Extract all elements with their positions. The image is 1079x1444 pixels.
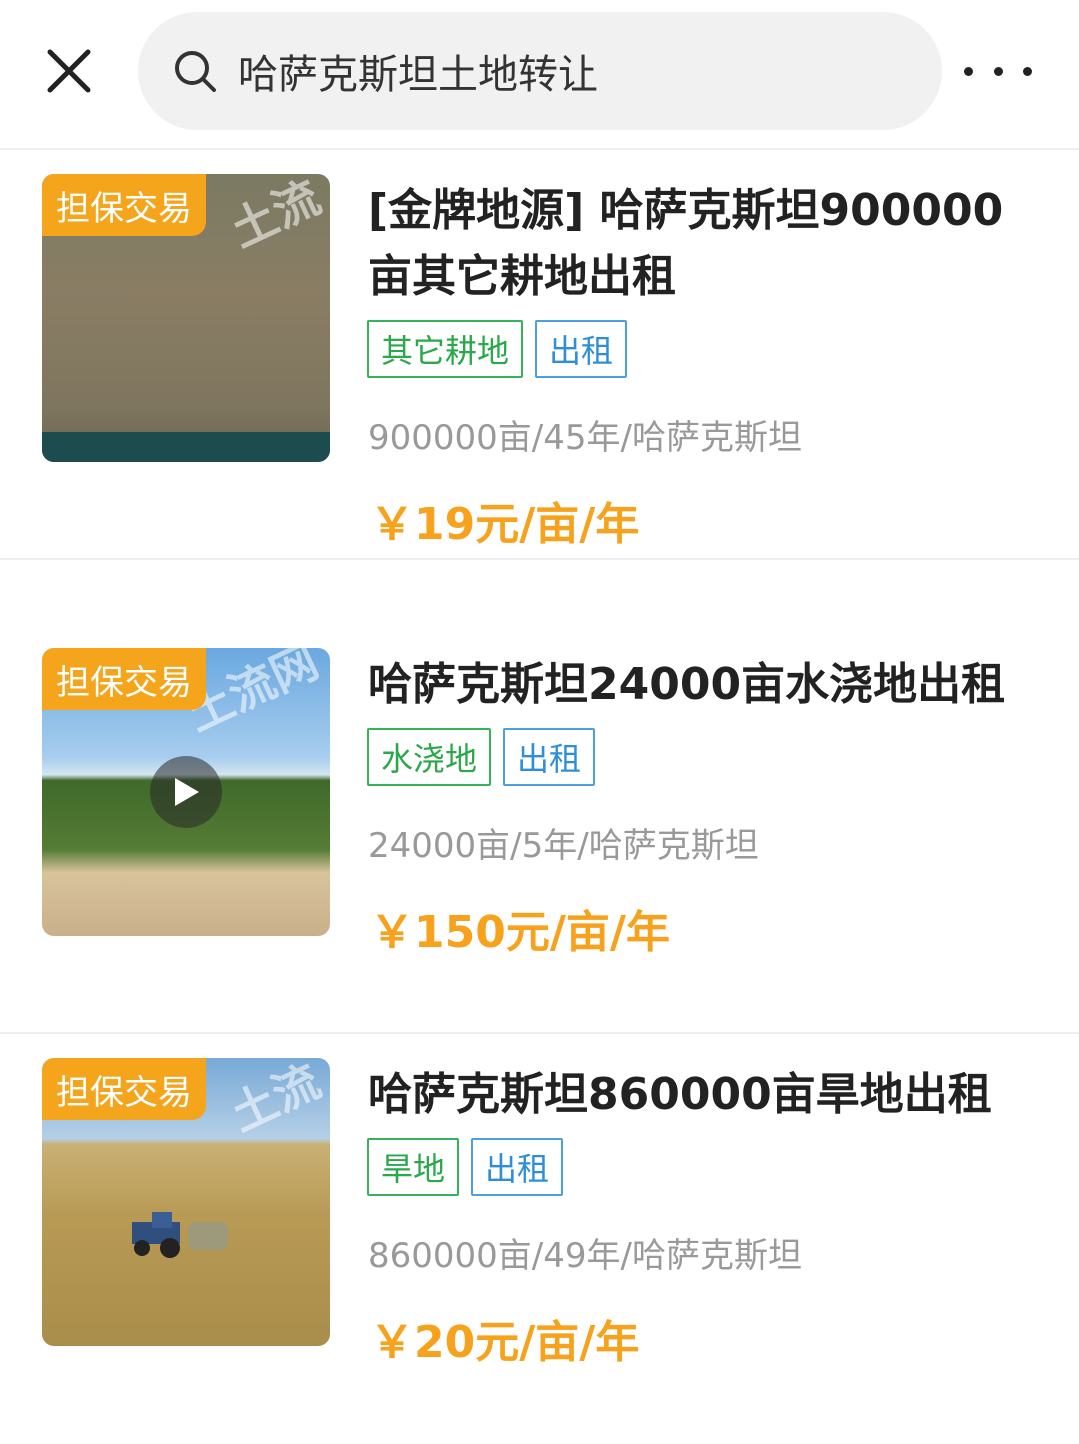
close-button[interactable] xyxy=(40,42,98,100)
guarantee-badge: 担保交易 xyxy=(42,174,206,236)
listing-meta: 900000亩/45年/哈萨克斯坦 xyxy=(368,418,802,458)
listing-meta: 860000亩/49年/哈萨克斯坦 xyxy=(368,1236,802,1276)
watermark-logo: 土流 xyxy=(222,174,329,258)
tag-group: 其它耕地 出租 xyxy=(367,320,628,378)
tag-group: 旱地 出租 xyxy=(367,1138,564,1196)
listing-thumbnail[interactable]: 土流网 担保交易 xyxy=(42,648,330,936)
more-icon xyxy=(964,66,973,76)
tractor-graphic xyxy=(132,1212,228,1258)
tag-land-type: 旱地 xyxy=(367,1138,460,1196)
tag-land-type: 其它耕地 xyxy=(367,320,524,378)
listing-card[interactable]: 土流 担保交易 [金牌地源] 哈萨克斯坦900000亩其它耕地出租 其它耕地 出… xyxy=(0,152,1079,560)
tag-land-type: 水浇地 xyxy=(367,728,492,786)
listing-card[interactable]: 土流网 担保交易 哈萨克斯坦24000亩水浇地出租 水浇地 出租 24000亩/… xyxy=(0,626,1079,1034)
more-options-button[interactable] xyxy=(964,56,1032,86)
listing-price: ￥150元/亩/年 xyxy=(370,907,670,958)
top-bar xyxy=(0,0,1079,150)
guarantee-badge: 担保交易 xyxy=(42,648,206,710)
close-icon xyxy=(47,49,91,93)
play-icon xyxy=(175,778,199,806)
tag-transfer-type: 出租 xyxy=(503,728,596,786)
listing-card[interactable]: 土流 担保交易 哈萨克斯坦860000亩旱地出租 旱地 出租 860000亩/4… xyxy=(0,1036,1079,1444)
listing-price: ￥19元/亩/年 xyxy=(370,499,640,550)
listing-price: ￥20元/亩/年 xyxy=(370,1317,640,1368)
listing-title[interactable]: 哈萨克斯坦24000亩水浇地出租 xyxy=(368,652,1028,718)
tag-transfer-type: 出租 xyxy=(471,1138,564,1196)
image-caption-strip xyxy=(42,432,330,462)
guarantee-badge: 担保交易 xyxy=(42,1058,206,1120)
listing-thumbnail[interactable]: 土流 担保交易 xyxy=(42,1058,330,1346)
play-video-button[interactable] xyxy=(150,756,222,828)
listing-title[interactable]: 哈萨克斯坦860000亩旱地出租 xyxy=(368,1062,1028,1128)
search-input[interactable] xyxy=(238,48,888,94)
tag-group: 水浇地 出租 xyxy=(367,728,596,786)
search-icon xyxy=(172,48,218,94)
listing-title[interactable]: [金牌地源] 哈萨克斯坦900000亩其它耕地出租 xyxy=(368,178,1028,310)
listing-meta: 24000亩/5年/哈萨克斯坦 xyxy=(368,826,759,866)
tag-transfer-type: 出租 xyxy=(535,320,628,378)
listing-thumbnail[interactable]: 土流 担保交易 xyxy=(42,174,330,462)
watermark-logo: 土流 xyxy=(222,1058,329,1142)
search-box[interactable] xyxy=(138,12,942,130)
